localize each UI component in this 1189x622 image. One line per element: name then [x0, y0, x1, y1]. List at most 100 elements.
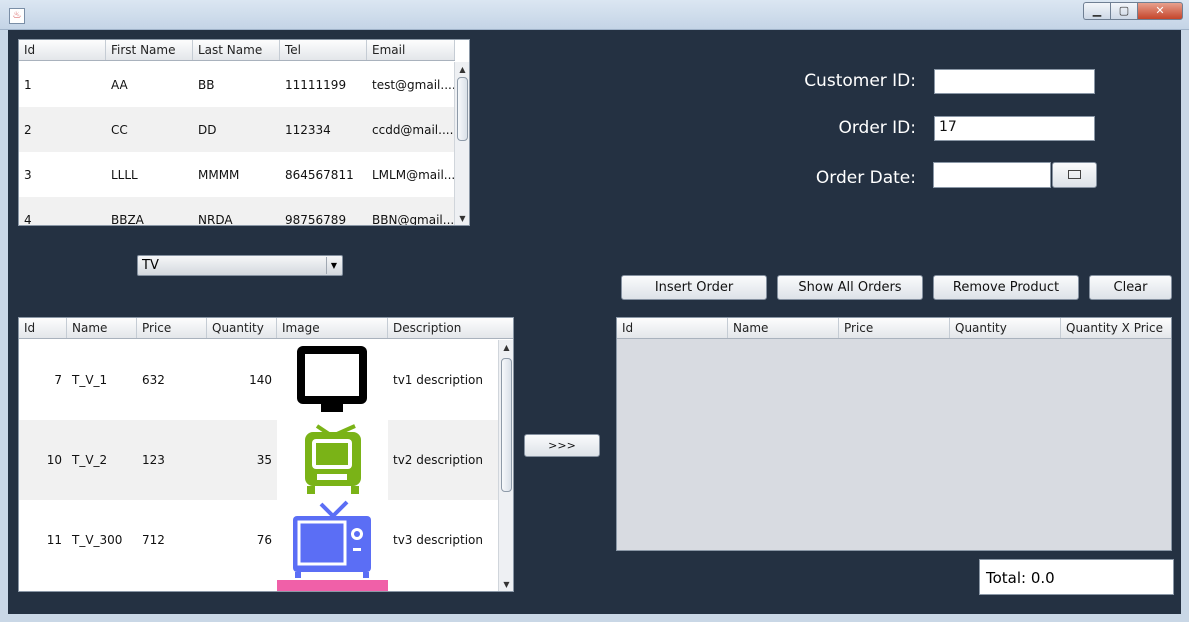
cell: 864567811 — [285, 167, 354, 182]
order-items-body[interactable] — [617, 339, 1171, 550]
column-header[interactable]: Name — [728, 318, 839, 338]
cell: 11 — [46, 533, 62, 547]
order-items-table[interactable]: Id Name Price Quantity Quantity X Price — [616, 317, 1172, 551]
cell: 76 — [256, 533, 272, 547]
order-id-label: Order ID: — [838, 118, 916, 138]
cell: LLLL — [111, 167, 138, 182]
blue-tv-icon — [277, 500, 388, 580]
column-header[interactable]: Id — [19, 40, 106, 60]
add-to-order-button[interactable]: >>> — [524, 434, 600, 457]
column-header[interactable]: Image — [277, 318, 388, 338]
scroll-thumb[interactable] — [457, 77, 468, 141]
column-header[interactable]: First Name — [106, 40, 193, 60]
cell: 7 — [54, 373, 62, 387]
customers-table[interactable]: Id First Name Last Name Tel Email 1 AA B… — [18, 39, 470, 226]
cell: MMMM — [198, 167, 240, 182]
column-header[interactable]: Quantity — [950, 318, 1061, 338]
insert-order-button[interactable]: Insert Order — [621, 275, 767, 300]
order-date-label: Order Date: — [815, 168, 916, 188]
cell: 2 — [24, 122, 32, 137]
column-header[interactable]: Quantity — [207, 318, 277, 338]
customers-table-header: Id First Name Last Name Tel Email — [19, 40, 455, 61]
column-header[interactable]: Id — [19, 318, 67, 338]
cell: 3 — [24, 167, 32, 182]
category-select-value: TV — [142, 258, 159, 273]
scroll-down-icon[interactable]: ▼ — [499, 577, 513, 591]
cell: T_V_300 — [72, 533, 123, 547]
products-table[interactable]: Id Name Price Quantity Image Description… — [18, 317, 514, 592]
close-button[interactable]: ✕ — [1137, 2, 1183, 20]
table-row[interactable]: 10 T_V_2 123 35 tv2 description — [19, 420, 499, 500]
scroll-up-icon[interactable]: ▲ — [499, 340, 513, 355]
cell: NRDA — [198, 212, 233, 226]
table-row[interactable]: 4 BBZA NRDA 98756789 BBN@gmail.... — [19, 197, 455, 226]
cell: BBN@gmail.... — [372, 212, 455, 226]
column-header[interactable]: Id — [617, 318, 728, 338]
cell: 35 — [256, 453, 272, 467]
cell: test@gmail.... — [372, 77, 455, 92]
cell: CC — [111, 122, 128, 137]
cell: T_V_2 — [72, 453, 108, 467]
table-row[interactable]: 3 LLLL MMMM 864567811 LMLM@mail.... — [19, 152, 455, 197]
minimize-button[interactable]: ▁ — [1083, 2, 1110, 20]
column-header[interactable]: Price — [137, 318, 207, 338]
date-picker-button[interactable] — [1052, 162, 1097, 188]
products-scrollbar[interactable]: ▲ ▼ — [498, 340, 513, 591]
monitor-tv-icon — [277, 340, 388, 420]
calendar-icon — [1068, 170, 1081, 179]
customers-scrollbar[interactable]: ▲ ▼ — [454, 62, 469, 225]
table-row[interactable]: 2 CC DD 112334 ccdd@mail.... — [19, 107, 455, 152]
cell: ccdd@mail.... — [372, 122, 454, 137]
cell: tv2 description — [393, 453, 483, 467]
order-id-field[interactable]: 17 — [934, 116, 1095, 141]
cell: 1 — [24, 77, 32, 92]
cell: 123 — [142, 453, 165, 467]
table-row[interactable]: 1 AA BB 11111199 test@gmail.... — [19, 62, 455, 107]
window-titlebar: ♨ ▁ ▢ ✕ — [0, 0, 1189, 30]
customer-id-field[interactable] — [934, 69, 1095, 94]
cell: BB — [198, 77, 215, 92]
maximize-button[interactable]: ▢ — [1110, 2, 1137, 20]
cell: 140 — [249, 373, 272, 387]
category-select[interactable]: TV ▼ — [137, 255, 343, 276]
column-header[interactable]: Name — [67, 318, 137, 338]
pink-stand-image — [277, 580, 388, 591]
chevron-down-icon[interactable]: ▼ — [326, 257, 341, 274]
window-controls: ▁ ▢ ✕ — [1083, 2, 1183, 20]
order-date-field[interactable] — [933, 162, 1051, 188]
show-all-orders-button[interactable]: Show All Orders — [777, 275, 923, 300]
cell: AA — [111, 77, 128, 92]
cell: 632 — [142, 373, 165, 387]
remove-product-button[interactable]: Remove Product — [933, 275, 1079, 300]
column-header[interactable]: Last Name — [193, 40, 280, 60]
clear-button[interactable]: Clear — [1089, 275, 1172, 300]
cell: T_V_1 — [72, 373, 108, 387]
column-header[interactable]: Quantity X Price — [1061, 318, 1171, 338]
customer-id-label: Customer ID: — [804, 71, 916, 91]
cell: 98756789 — [285, 212, 347, 226]
cell: 10 — [46, 453, 62, 467]
cell: 11111199 — [285, 77, 347, 92]
column-header[interactable]: Email — [367, 40, 455, 60]
cell: 112334 — [285, 122, 331, 137]
java-app-icon: ♨ — [9, 8, 25, 24]
column-header[interactable]: Description — [388, 318, 513, 338]
table-row[interactable]: 11 T_V_300 712 76 tv3 description — [19, 500, 499, 580]
cell: 712 — [142, 533, 165, 547]
products-table-header: Id Name Price Quantity Image Description — [19, 318, 513, 339]
cell: BBZA — [111, 212, 144, 226]
cell: DD — [198, 122, 217, 137]
column-header[interactable]: Price — [839, 318, 950, 338]
scroll-down-icon[interactable]: ▼ — [455, 211, 469, 225]
table-row[interactable]: 7 T_V_1 632 140 tv1 description — [19, 340, 499, 420]
cell: tv3 description — [393, 533, 483, 547]
scroll-up-icon[interactable]: ▲ — [455, 62, 469, 77]
column-header[interactable]: Tel — [280, 40, 367, 60]
retro-tv-icon — [277, 420, 388, 500]
main-panel: Id First Name Last Name Tel Email 1 AA B… — [8, 30, 1181, 614]
cell: 4 — [24, 212, 32, 226]
cell: tv1 description — [393, 373, 483, 387]
total-label: Total: 0.0 — [979, 559, 1174, 595]
scroll-thumb[interactable] — [501, 358, 512, 492]
cell: LMLM@mail.... — [372, 167, 455, 182]
